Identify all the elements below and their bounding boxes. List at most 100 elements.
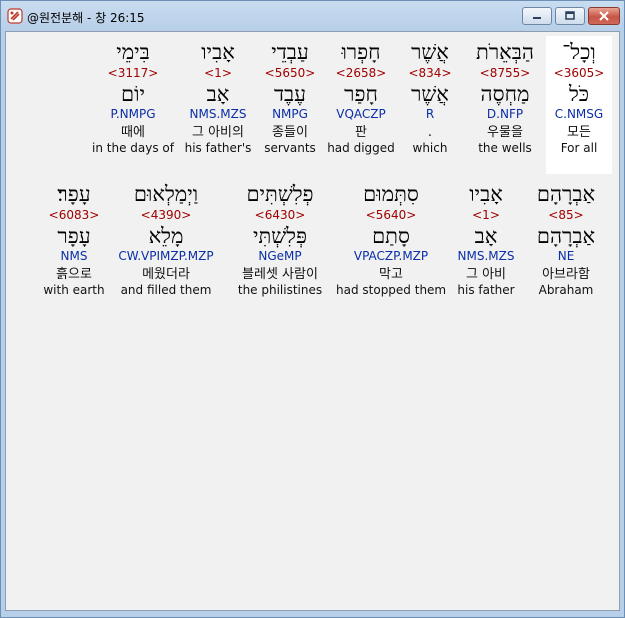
korean-gloss: 모든 [567, 125, 591, 140]
strong-number[interactable]: <1> [452, 208, 520, 223]
hebrew-word: בִּימֵי [116, 40, 150, 64]
korean-gloss: 흙으로 [56, 267, 92, 282]
hebrew-word: סִתְּמוּם [363, 182, 419, 206]
korean-gloss: 그 아비 [465, 267, 506, 282]
lemma: חָפַר [344, 82, 378, 106]
english-gloss: had digged [327, 141, 395, 155]
word-cell[interactable]: הַבְּאֵרֹת <8755> מַחְסֶה D.NFP 우물을 the … [468, 40, 542, 156]
morphology: NMS.MZS [189, 107, 247, 121]
english-gloss: the wells [478, 141, 532, 155]
english-gloss: Abraham [538, 283, 594, 297]
hebrew-word: אָבִיו [201, 40, 235, 64]
hebrew-word: עָפָר׃ [57, 182, 91, 206]
lemma: אָב [206, 82, 230, 106]
strong-number[interactable]: <4390> [112, 208, 220, 223]
minimize-icon [533, 17, 541, 19]
morphology: VQACZP [336, 107, 386, 121]
lemma: סָתַם [372, 224, 410, 248]
english-gloss: in the days of [92, 141, 174, 155]
morphology: NMS [60, 249, 88, 263]
morphology: NGeMP [258, 249, 302, 263]
morphology: VPACZP.MZP [353, 249, 429, 263]
hebrew-word: וְכָל־ [562, 40, 596, 64]
hebrew-word: וַיְמַלְאוּם [133, 182, 199, 206]
morphology: NE [557, 249, 575, 263]
word-cell[interactable]: בִּימֵי <3117> יוֹם P.NMPG 때에 in the day… [90, 40, 176, 156]
morphology: C.NMSG [554, 107, 604, 121]
english-gloss: had stopped them [336, 283, 447, 297]
strong-number[interactable]: <6430> [228, 208, 332, 223]
lemma: מָלֵא [148, 224, 184, 248]
word-cell[interactable]: עָפָר׃ <6083> עָפָר NMS 흙으로 with earth [40, 182, 108, 298]
morphology: NMPG [272, 107, 308, 121]
korean-gloss: 막고 [379, 267, 403, 282]
hebrew-word: עַבְדֵי [271, 40, 309, 64]
english-gloss: which [412, 141, 448, 155]
english-gloss: the philistines [237, 283, 323, 297]
strong-number[interactable]: <5650> [258, 66, 322, 81]
english-gloss: with earth [43, 283, 105, 297]
hebrew-word: אֲשֶׁר [411, 40, 449, 64]
strong-number[interactable]: <8755> [468, 66, 542, 81]
hebrew-word: פְלִשְׁתִּים [246, 182, 314, 206]
close-icon [599, 11, 609, 21]
strong-number[interactable]: <834> [402, 66, 458, 81]
hebrew-word: אָבִיו [469, 182, 503, 206]
strong-number[interactable]: <5640> [336, 208, 446, 223]
strong-number[interactable]: <1> [180, 66, 256, 81]
english-gloss: his father's [184, 141, 252, 155]
english-gloss: For all [560, 141, 598, 155]
morphology: R [425, 107, 435, 121]
lemma: פְּלִשְׁתִּי [252, 224, 307, 248]
title-bar[interactable]: @원전분해 - 창 26:15 [1, 1, 624, 31]
korean-gloss: 우물을 [487, 125, 523, 140]
lemma: אֲשֶׁר [411, 82, 449, 106]
morphology: D.NFP [486, 107, 524, 121]
korean-gloss: 블레셋 사람이 [242, 267, 318, 282]
korean-gloss: 종들이 [272, 125, 308, 140]
word-cell[interactable]: וְכָל־ <3605> כֹּל C.NMSG 모든 For all [546, 36, 612, 174]
lemma: כֹּל [568, 82, 590, 106]
english-gloss: and filled them [120, 283, 212, 297]
lemma: מַחְסֶה [480, 82, 530, 106]
word-cell[interactable]: פְלִשְׁתִּים <6430> פְּלִשְׁתִּי NGeMP 블… [228, 182, 332, 298]
strong-number[interactable]: <85> [526, 208, 606, 223]
morphology: NMS.MZS [457, 249, 515, 263]
minimize-button[interactable] [522, 7, 552, 25]
maximize-icon [565, 11, 575, 20]
korean-gloss: . [427, 125, 433, 140]
window-title: @원전분해 - 창 26:15 [27, 11, 145, 25]
close-button[interactable] [588, 7, 620, 25]
korean-gloss: 아브라함 [542, 267, 590, 282]
app-logo-icon [7, 8, 23, 24]
word-cell[interactable]: אָבִיו <1> אָב NMS.MZS 그 아비 his father [452, 182, 520, 298]
word-cell[interactable]: וַיְמַלְאוּם <4390> מָלֵא CW.VPIMZP.MZP … [112, 182, 220, 298]
morphology: CW.VPIMZP.MZP [118, 249, 214, 263]
strong-number[interactable]: <3605> [546, 66, 612, 81]
strong-number[interactable]: <2658> [324, 66, 398, 81]
lemma: אַבְרָהָם [536, 224, 596, 248]
hebrew-word: הַבְּאֵרֹת [476, 40, 534, 64]
lemma: אָב [474, 224, 498, 248]
english-gloss: his father [457, 283, 515, 297]
interlinear-panel: וְכָל־ <3605> כֹּל C.NMSG 모든 For all הַב… [5, 31, 620, 611]
strong-number[interactable]: <3117> [90, 66, 176, 81]
hebrew-word: אַבְרָהָם [536, 182, 596, 206]
lemma: עֶבֶד [273, 82, 307, 106]
korean-gloss: 메웠더라 [142, 267, 190, 282]
english-gloss: servants [264, 141, 316, 155]
word-cell[interactable]: אַבְרָהָם <85> אַבְרָהָם NE 아브라함 Abraham [526, 182, 606, 298]
hebrew-word: חָפְרוּ [341, 40, 381, 64]
lemma: עָפָר [57, 224, 91, 248]
word-cell[interactable]: אָבִיו <1> אָב NMS.MZS 그 아비의 his father'… [180, 40, 256, 156]
morphology: P.NMPG [110, 107, 156, 121]
word-cell[interactable]: חָפְרוּ <2658> חָפַר VQACZP 판 had digged [324, 40, 398, 156]
korean-gloss: 판 [355, 125, 367, 140]
word-cell[interactable]: אֲשֶׁר <834> אֲשֶׁר R . which [402, 40, 458, 156]
word-cell[interactable]: סִתְּמוּם <5640> סָתַם VPACZP.MZP 막고 had… [336, 182, 446, 298]
strong-number[interactable]: <6083> [40, 208, 108, 223]
maximize-button[interactable] [555, 7, 585, 25]
lemma: יוֹם [121, 82, 145, 106]
korean-gloss: 그 아비의 [192, 125, 244, 140]
word-cell[interactable]: עַבְדֵי <5650> עֶבֶד NMPG 종들이 servants [258, 40, 322, 156]
